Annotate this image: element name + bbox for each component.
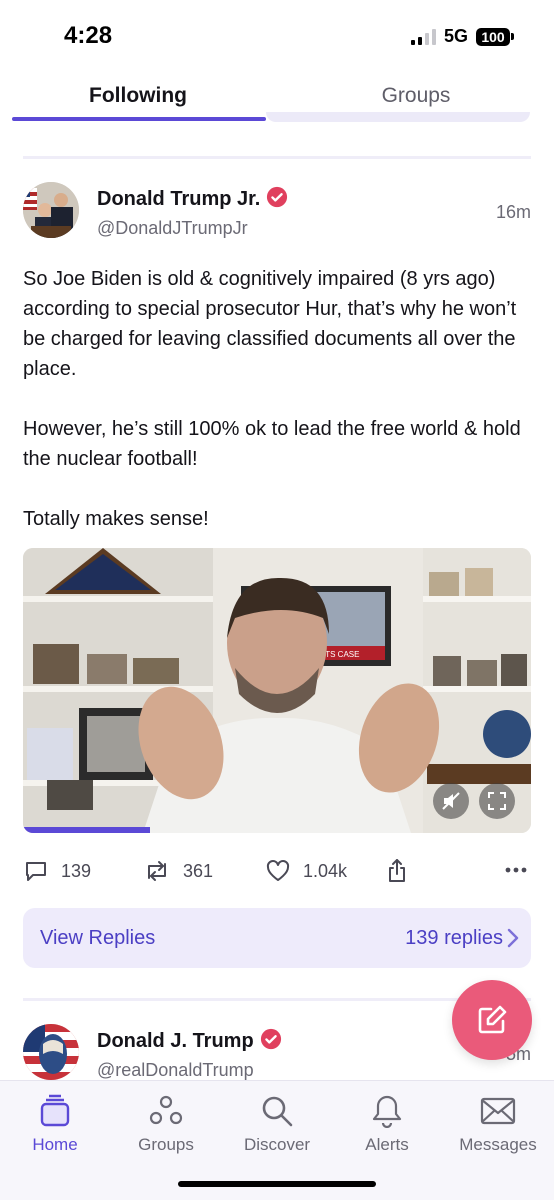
post-paragraph: Totally makes sense! xyxy=(23,508,209,530)
nav-home[interactable]: Home xyxy=(0,1093,110,1155)
home-icon xyxy=(0,1093,110,1129)
bell-icon xyxy=(332,1093,442,1129)
view-replies-label: View Replies xyxy=(40,927,156,949)
post-header: Donald Trump Jr. @DonaldJTrumpJr 16m xyxy=(23,182,531,242)
feed-tabs: Following Groups xyxy=(0,76,554,122)
author-name-row: Donald Trump Jr. xyxy=(97,186,288,213)
tab-groups[interactable]: Groups xyxy=(278,84,554,108)
repost-icon xyxy=(148,861,166,881)
share-icon xyxy=(389,859,405,882)
share-action[interactable] xyxy=(385,858,409,884)
reply-action[interactable]: 139 xyxy=(23,858,91,884)
post-paragraph: However, he’s still 100% ok to lead the … xyxy=(23,418,521,470)
nav-messages[interactable]: Messages xyxy=(443,1093,553,1155)
replies-count-label: 139 replies xyxy=(405,927,503,949)
verified-badge-icon xyxy=(260,1028,282,1055)
status-indicators: 5G 100 xyxy=(410,26,514,47)
compose-icon xyxy=(478,1005,507,1034)
post-divider xyxy=(23,156,531,159)
more-options-icon[interactable] xyxy=(505,866,527,874)
fullscreen-icon[interactable] xyxy=(479,783,515,819)
network-type: 5G xyxy=(443,26,468,46)
envelope-icon xyxy=(443,1093,553,1129)
repost-action[interactable]: 361 xyxy=(143,858,213,884)
like-action[interactable]: 1.04k xyxy=(265,858,347,884)
post-timestamp: 16m xyxy=(495,202,531,222)
chevron-right-icon xyxy=(507,928,519,948)
post-text: So Joe Biden is old & cognitively impair… xyxy=(23,264,531,564)
video-progress-bar xyxy=(23,827,150,833)
status-time: 4:28 xyxy=(64,22,113,49)
nav-label: Groups xyxy=(138,1135,194,1154)
battery-icon: 100 xyxy=(476,27,514,46)
tab-active-indicator xyxy=(12,117,266,121)
nav-alerts[interactable]: Alerts xyxy=(332,1093,442,1155)
home-indicator xyxy=(178,1181,376,1187)
compose-button[interactable] xyxy=(452,980,532,1060)
reply-count: 139 xyxy=(61,860,92,881)
tab-following[interactable]: Following xyxy=(0,84,276,108)
like-count: 1.04k xyxy=(303,860,348,881)
mute-icon[interactable] xyxy=(433,783,469,819)
author-handle[interactable]: @DonaldJTrumpJr xyxy=(97,218,248,239)
author-handle[interactable]: @realDonaldTrump xyxy=(97,1060,254,1081)
author-name[interactable]: Donald Trump Jr. xyxy=(97,188,260,211)
author-avatar[interactable] xyxy=(23,1024,79,1080)
status-bar: 4:28 5G 100 xyxy=(0,0,554,72)
heart-icon xyxy=(266,859,290,881)
post-video[interactable]: ED DOCUMENTS CASE xyxy=(23,548,531,833)
view-replies-button[interactable]: View Replies 139 replies xyxy=(23,908,531,968)
nav-label: Messages xyxy=(459,1135,537,1154)
nav-label: Home xyxy=(32,1135,78,1154)
nav-groups[interactable]: Groups xyxy=(111,1093,221,1155)
comment-icon xyxy=(26,862,46,881)
nav-label: Alerts xyxy=(365,1135,409,1154)
post-paragraph: So Joe Biden is old & cognitively impair… xyxy=(23,268,517,380)
author-avatar[interactable] xyxy=(23,182,79,238)
repost-count: 361 xyxy=(183,860,214,881)
signal-icon xyxy=(410,28,436,45)
verified-badge-icon xyxy=(266,186,288,213)
tab-track xyxy=(266,112,530,122)
post-divider xyxy=(23,998,531,1001)
nav-label: Discover xyxy=(243,1135,311,1154)
post-actions: 139 361 1.04k xyxy=(23,852,531,892)
groups-icon xyxy=(111,1093,221,1129)
nav-discover[interactable]: Discover xyxy=(222,1093,332,1155)
author-name[interactable]: Donald J. Trump xyxy=(97,1030,254,1053)
search-icon xyxy=(222,1093,332,1129)
battery-level: 100 xyxy=(476,27,510,46)
author-name-row: Donald J. Trump xyxy=(97,1028,282,1055)
